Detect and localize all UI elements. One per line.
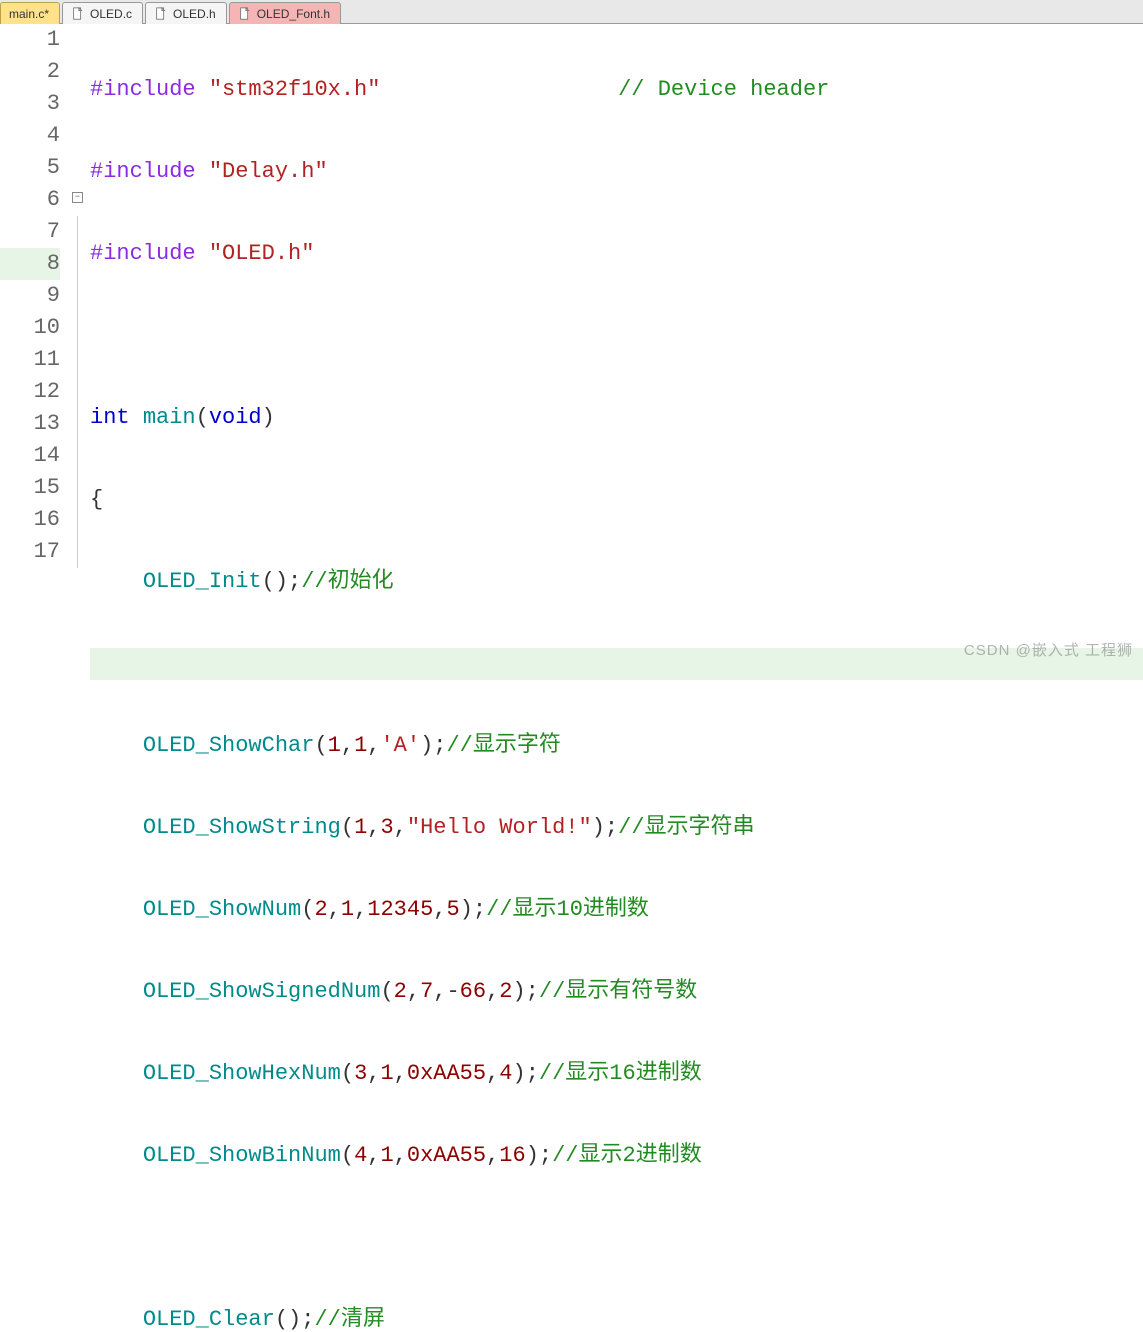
line-number: 12 xyxy=(0,376,60,408)
code-line: #include "stm32f10x.h" // Device header xyxy=(90,74,1143,106)
code-line xyxy=(90,320,1143,352)
line-number: 1 xyxy=(0,24,60,56)
line-number: 5 xyxy=(0,152,60,184)
code-line: OLED_ShowChar(1,1,'A');//显示字符 xyxy=(90,730,1143,762)
code-line: OLED_ShowNum(2,1,12345,5);//显示10进制数 xyxy=(90,894,1143,926)
code-line: #include "Delay.h" xyxy=(90,156,1143,188)
code-line: int main(void) xyxy=(90,402,1143,434)
code-line: OLED_ShowHexNum(3,1,0xAA55,4);//显示16进制数 xyxy=(90,1058,1143,1090)
tab-label: OLED.h xyxy=(173,7,216,21)
code-line: OLED_ShowBinNum(4,1,0xAA55,16);//显示2进制数 xyxy=(90,1140,1143,1172)
code-line: OLED_ShowSignedNum(2,7,-66,2);//显示有符号数 xyxy=(90,976,1143,1008)
line-number: 6 − xyxy=(0,184,60,216)
line-number: 15 xyxy=(0,472,60,504)
line-number: 13 xyxy=(0,408,60,440)
line-number: 14 xyxy=(0,440,60,472)
code-content[interactable]: #include "stm32f10x.h" // Device header … xyxy=(70,24,1143,666)
line-number: 10 xyxy=(0,312,60,344)
gutter-wrap: 1 2 3 4 5 6 − 7 8 9 10 11 12 13 14 15 16… xyxy=(0,24,70,666)
line-number: 2 xyxy=(0,56,60,88)
tab-oled-c[interactable]: OLED.c xyxy=(62,2,143,24)
file-icon xyxy=(154,7,168,21)
tab-oled-h[interactable]: OLED.h xyxy=(145,2,227,24)
code-line xyxy=(90,1222,1143,1254)
line-number: 8 xyxy=(0,248,60,280)
code-line: OLED_Init();//初始化 xyxy=(90,566,1143,598)
file-icon xyxy=(71,7,85,21)
line-number: 4 xyxy=(0,120,60,152)
tab-bar: main.c* OLED.c OLED.h OLED_Font.h xyxy=(0,0,1143,24)
tab-oled-font-h[interactable]: OLED_Font.h xyxy=(229,2,341,24)
tab-label: OLED_Font.h xyxy=(257,7,330,21)
code-line: OLED_ShowString(1,3,"Hello World!");//显示… xyxy=(90,812,1143,844)
line-number: 11 xyxy=(0,344,60,376)
watermark-text: CSDN @嵌入式 工程狮 xyxy=(964,639,1133,660)
file-icon xyxy=(238,7,252,21)
line-number: 7 xyxy=(0,216,60,248)
line-number: 3 xyxy=(0,88,60,120)
code-line: { xyxy=(90,484,1143,516)
tab-main-c[interactable]: main.c* xyxy=(0,2,60,24)
line-number: 17 xyxy=(0,536,60,568)
line-gutter: 1 2 3 4 5 6 − 7 8 9 10 11 12 13 14 15 16… xyxy=(0,24,70,568)
editor-area[interactable]: 1 2 3 4 5 6 − 7 8 9 10 11 12 13 14 15 16… xyxy=(0,24,1143,666)
tab-label: OLED.c xyxy=(90,7,132,21)
code-line: OLED_Clear();//清屏 xyxy=(90,1304,1143,1332)
line-number: 9 xyxy=(0,280,60,312)
code-line: #include "OLED.h" xyxy=(90,238,1143,270)
tab-label: main.c* xyxy=(9,7,49,21)
line-number: 16 xyxy=(0,504,60,536)
